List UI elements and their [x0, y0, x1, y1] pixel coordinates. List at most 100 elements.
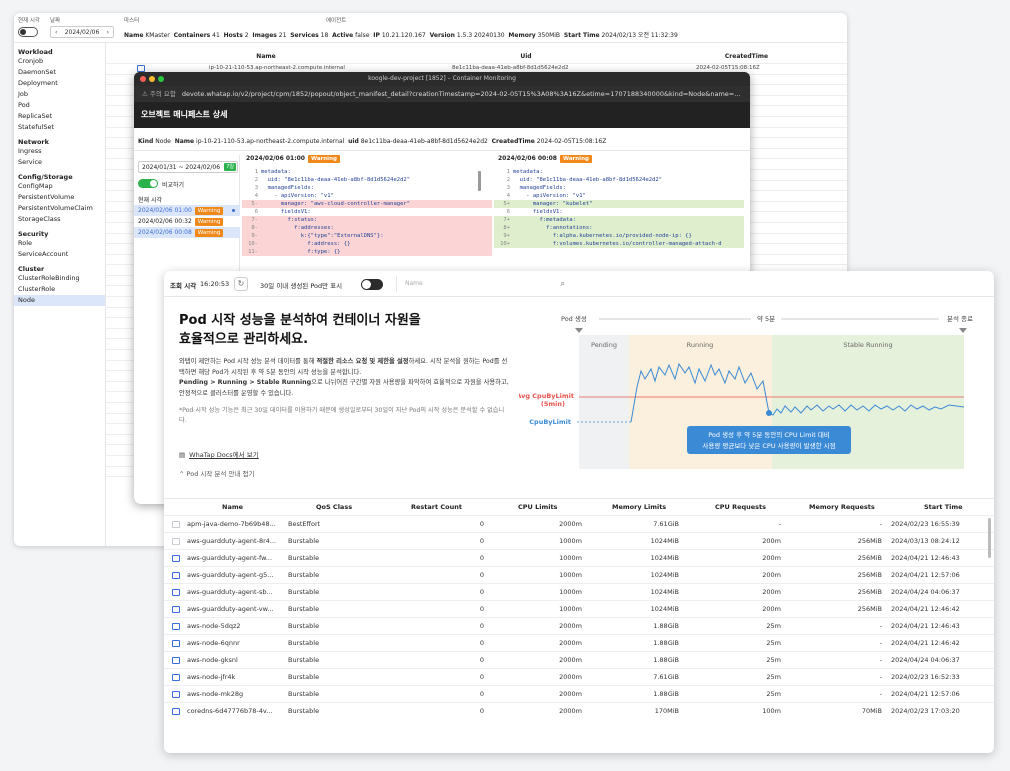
col-uid[interactable]: Uid: [426, 50, 626, 63]
table-row[interactable]: aws-guardduty-agent-fw... Burstable 0 1000m…: [164, 549, 994, 566]
divider: [134, 150, 750, 151]
search-icon[interactable]: ⌕: [561, 276, 565, 292]
diff-left-scrollbar[interactable]: [478, 171, 481, 191]
guide-collapse-button[interactable]: ⌃ Pod 시작 분석 안내 접기: [179, 468, 254, 478]
table-row[interactable]: aws-node-mk28g Burstable 0 2000m 1.88GiB 25m -…: [164, 685, 994, 702]
manifest-icon[interactable]: [172, 538, 180, 545]
date-picker[interactable]: ‹ 2024/02/06 ›: [50, 26, 114, 38]
col-cpu-limits[interactable]: CPU Limits: [518, 499, 557, 515]
sidebar-item[interactable]: Job: [14, 89, 105, 100]
diff-line: 8- f:addresses:: [242, 224, 492, 232]
restart-count: 0: [479, 554, 484, 562]
sidebar-item[interactable]: StorageClass: [14, 214, 105, 225]
manifest-icon[interactable]: [172, 606, 180, 613]
table-row[interactable]: aws-node-6qnnr Burstable 0 2000m 1.88GiB 25m -…: [164, 634, 994, 651]
range-chip[interactable]: 7일: [224, 163, 236, 171]
table-scrollbar[interactable]: [988, 518, 991, 558]
manifest-icon[interactable]: [172, 521, 180, 528]
cpu-limits: 1000m: [559, 605, 582, 613]
sidebar-item[interactable]: PersistentVolumeClaim: [14, 203, 105, 214]
history-item[interactable]: 2024/02/06 00:08 Warning: [134, 227, 240, 238]
sidebar-item[interactable]: ServiceAccount: [14, 249, 105, 260]
chevron-left-icon[interactable]: ‹: [55, 29, 57, 36]
manifest-icon[interactable]: [172, 555, 180, 562]
cpu-requests: 25m: [766, 690, 781, 698]
memory-requests: -: [879, 690, 882, 698]
sidebar-item[interactable]: Role: [14, 238, 105, 249]
manifest-icon[interactable]: [172, 657, 180, 664]
sidebar-item[interactable]: ConfigMap: [14, 181, 105, 192]
chevron-right-icon[interactable]: ›: [107, 29, 109, 36]
cpu-requests: 200m: [762, 554, 781, 562]
col-start-time[interactable]: Start Time: [924, 499, 963, 515]
manifest-icon[interactable]: [172, 589, 180, 596]
pod-name: aws-guardduty-agent-vw...: [187, 605, 274, 613]
sidebar-item[interactable]: StatefulSet: [14, 122, 105, 133]
sidebar-item[interactable]: PersistentVolume: [14, 192, 105, 203]
recent-pods-toggle[interactable]: [361, 279, 383, 290]
table-row[interactable]: aws-guardduty-agent-g5... Burstable 0 1000m…: [164, 566, 994, 583]
start-marker-icon: [575, 328, 583, 333]
sidebar-item[interactable]: ClusterRoleBinding: [14, 273, 105, 284]
sidebar-item[interactable]: Cronjob: [14, 56, 105, 67]
col-cpu-requests[interactable]: CPU Requests: [715, 499, 766, 515]
minimize-dot-icon[interactable]: [149, 76, 155, 82]
close-dot-icon[interactable]: [140, 76, 146, 82]
sidebar-item[interactable]: DaemonSet: [14, 67, 105, 78]
manifest-icon[interactable]: [172, 691, 180, 698]
manifest-icon[interactable]: [172, 640, 180, 647]
manifest-icon[interactable]: [172, 572, 180, 579]
diff-line: 9- k:{"type":"ExternalDNS"}:: [242, 232, 492, 240]
col-memory-requests[interactable]: Memory Requests: [809, 499, 875, 515]
cpu-limits: 1000m: [559, 588, 582, 596]
cpu-requests: 100m: [762, 707, 781, 715]
sidebar-item[interactable]: Pod: [14, 100, 105, 111]
selected-dot-icon: [232, 209, 235, 212]
table-row[interactable]: apm-java-demo-7b69b48... BestEffort 0 2000m…: [164, 515, 994, 532]
realtime-toggle[interactable]: [18, 27, 38, 37]
refresh-icon[interactable]: ↻: [234, 277, 248, 291]
date-range-picker[interactable]: 2024/01/31 ~ 2024/02/06 7일: [138, 161, 238, 173]
manifest-icon[interactable]: [172, 623, 180, 630]
security-warning[interactable]: ⚠ 주의 요함: [142, 90, 176, 98]
cpu-limits: 2000m: [559, 622, 582, 630]
start-time: 2024/04/21 12:46:43: [891, 554, 960, 562]
maximize-dot-icon[interactable]: [158, 76, 164, 82]
sidebar-item[interactable]: Service: [14, 157, 105, 168]
col-qos[interactable]: QoS Class: [316, 499, 352, 515]
pod-create-label: Pod 생성: [561, 314, 587, 323]
sidebar-item[interactable]: Deployment: [14, 78, 105, 89]
col-restart[interactable]: Restart Count: [411, 499, 462, 515]
start-time: 2024/02/23 16:52:33: [891, 673, 960, 681]
table-row[interactable]: aws-guardduty-agent-sb... Burstable 0 1000m…: [164, 583, 994, 600]
table-row[interactable]: aws-guardduty-agent-8r4... Burstable 0 1000…: [164, 532, 994, 549]
docs-link[interactable]: ▤ WhaTap Docs에서 보기: [179, 449, 259, 459]
restart-count: 0: [479, 605, 484, 613]
compare-toggle[interactable]: [138, 179, 158, 188]
name-search-input[interactable]: Name ⌕: [396, 276, 571, 292]
sidebar-item[interactable]: ClusterRole: [14, 284, 105, 295]
col-memory-limits[interactable]: Memory Limits: [612, 499, 666, 515]
history-item[interactable]: 2024/02/06 01:00 Warning: [134, 205, 240, 216]
col-created[interactable]: CreatedTime: [646, 50, 847, 63]
manifest-icon[interactable]: [172, 708, 180, 715]
table-row[interactable]: aws-node-5dqz2 Burstable 0 2000m 1.88GiB 25m -…: [164, 617, 994, 634]
diff-line: 4 - apiVersion: "v1": [506, 193, 586, 199]
manifest-icon[interactable]: [137, 65, 145, 72]
diff-line: 7+ f:metadata:: [494, 216, 744, 224]
table-row[interactable]: aws-guardduty-agent-vw... Burstable 0 1000m…: [164, 600, 994, 617]
sidebar-item[interactable]: Node: [14, 295, 105, 306]
pod-name: apm-java-demo-7b69b48...: [187, 520, 276, 528]
history-item[interactable]: 2024/02/06 00:32 Warning: [134, 216, 240, 227]
sidebar-item[interactable]: Ingress: [14, 146, 105, 157]
url-bar[interactable]: ⚠ 주의 요함 devote.whatap.io/v2/project/cpm/1…: [134, 86, 750, 102]
sidebar-item[interactable]: ReplicaSet: [14, 111, 105, 122]
date-label: 날짜: [50, 18, 61, 24]
col-name[interactable]: Name: [222, 499, 243, 515]
end-marker-icon: [959, 328, 967, 333]
table-row[interactable]: aws-node-jfr4k Burstable 0 2000m 7.61GiB 25m -…: [164, 668, 994, 685]
col-name[interactable]: Name: [106, 50, 426, 63]
manifest-icon[interactable]: [172, 674, 180, 681]
table-row[interactable]: aws-node-gksnl Burstable 0 2000m 1.88GiB 25m -…: [164, 651, 994, 668]
table-row[interactable]: coredns-6d47776b78-4v... Burstable 0 2000m 1…: [164, 702, 994, 719]
